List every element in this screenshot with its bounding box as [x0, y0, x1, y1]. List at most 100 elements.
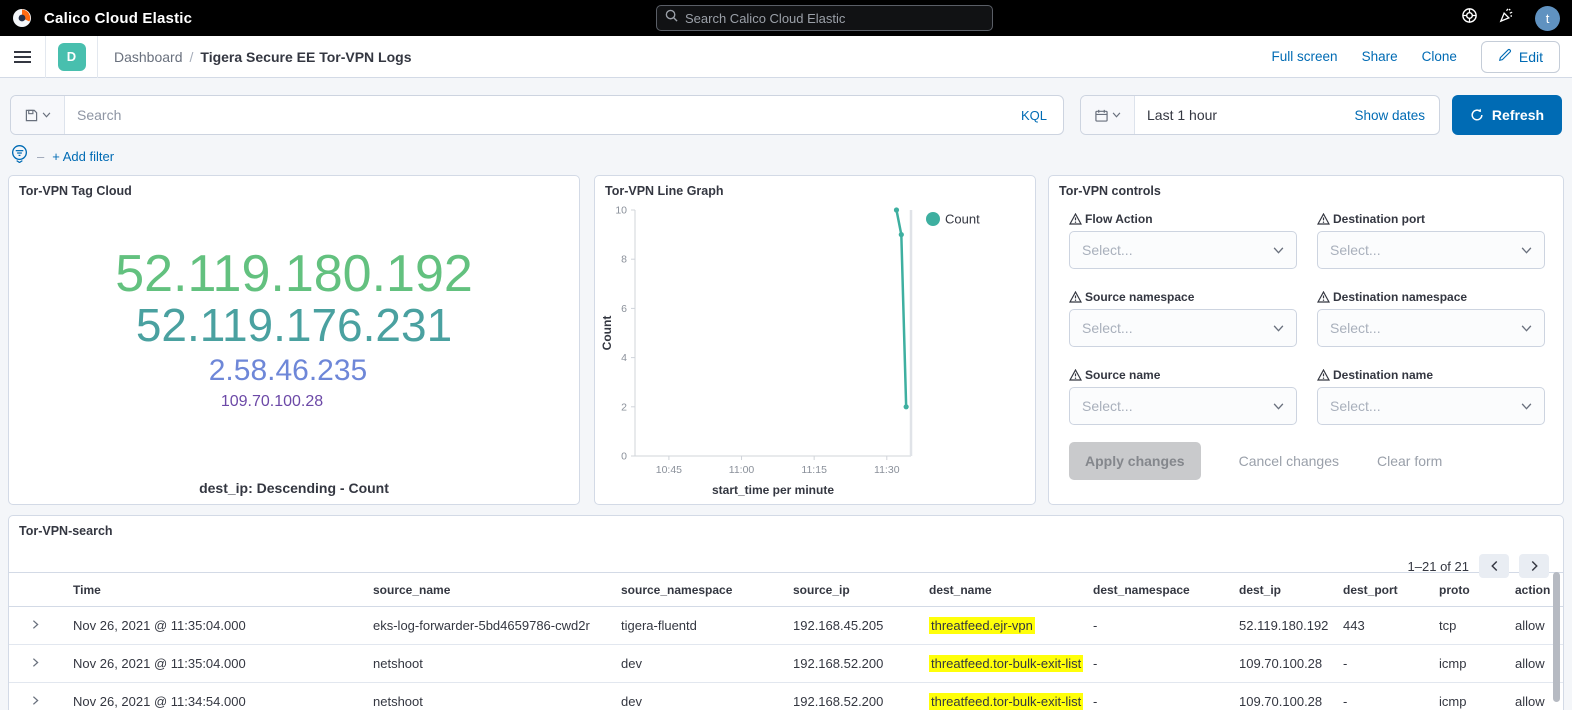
warning-icon: [1069, 213, 1082, 225]
chevron-down-icon: [1273, 325, 1284, 332]
search-table-title: Tor-VPN-search: [9, 516, 1563, 538]
cell-source-namespace: dev: [613, 683, 785, 710]
field-label: Source namespace: [1085, 290, 1194, 304]
line-graph-panel: Tor-VPN Line Graph 024681010:4511:0011:1…: [594, 175, 1036, 505]
source-name-select[interactable]: Select...: [1069, 387, 1297, 425]
tag-cloud-caption: dest_ip: Descending - Count: [9, 480, 579, 496]
pencil-icon: [1498, 48, 1512, 65]
add-filter-link[interactable]: + Add filter: [52, 149, 114, 164]
chevron-down-icon: [1521, 247, 1532, 254]
warning-icon: [1317, 213, 1330, 225]
full-screen-link[interactable]: Full screen: [1272, 49, 1338, 64]
field-label: Destination namespace: [1333, 290, 1467, 304]
warning-icon: [1069, 369, 1082, 381]
svg-text:10:45: 10:45: [656, 464, 682, 476]
query-search-input[interactable]: [65, 96, 1005, 134]
breadcrumb-bar: D Dashboard / Tigera Secure EE Tor-VPN L…: [0, 36, 1572, 78]
calico-logo-icon: [12, 8, 32, 28]
refresh-button[interactable]: Refresh: [1452, 95, 1562, 135]
saved-query-button[interactable]: [11, 96, 65, 134]
help-icon[interactable]: [1461, 7, 1478, 29]
svg-text:Count: Count: [600, 316, 614, 351]
flow-action-select[interactable]: Select...: [1069, 231, 1297, 269]
cell-source-name: netshoot: [365, 645, 613, 683]
calendar-button[interactable]: [1081, 96, 1135, 134]
global-search-input[interactable]: [685, 11, 984, 26]
cell-source-ip: 192.168.45.205: [785, 607, 921, 645]
filter-set-icon[interactable]: [10, 144, 29, 168]
cancel-changes-button[interactable]: Cancel changes: [1239, 453, 1339, 469]
tag-ip-3[interactable]: 2.58.46.235: [209, 356, 367, 386]
user-avatar[interactable]: t: [1535, 6, 1560, 31]
cell-time: Nov 26, 2021 @ 11:34:54.000: [65, 683, 365, 710]
chevron-down-icon: [1112, 112, 1121, 118]
edit-button-label: Edit: [1519, 49, 1543, 65]
line-chart[interactable]: 024681010:4511:0011:1511:30Countstart_ti…: [599, 200, 1029, 500]
source-namespace-select[interactable]: Select...: [1069, 309, 1297, 347]
destination-port-select[interactable]: Select...: [1317, 231, 1545, 269]
highlighted-dest-name: threatfeed.tor-bulk-exit-list: [929, 655, 1083, 672]
date-picker: Last 1 hour Show dates: [1080, 95, 1440, 135]
col-dest-name: dest_name: [921, 573, 1085, 607]
destination-namespace-select[interactable]: Select...: [1317, 309, 1545, 347]
field-flow-action: Flow Action Select...: [1069, 212, 1297, 269]
cell-source-namespace: dev: [613, 645, 785, 683]
tag-ip-1[interactable]: 52.119.180.192: [115, 248, 473, 300]
svg-text:11:00: 11:00: [729, 464, 755, 476]
row-expander-icon[interactable]: [9, 645, 65, 683]
clone-link[interactable]: Clone: [1422, 49, 1457, 64]
next-page-button[interactable]: [1519, 554, 1549, 578]
apply-changes-button[interactable]: Apply changes: [1069, 442, 1201, 480]
svg-text:6: 6: [621, 303, 627, 315]
tag-cloud-panel-title: Tor-VPN Tag Cloud: [9, 176, 579, 198]
menu-hamburger-icon[interactable]: [0, 36, 46, 78]
cell-time: Nov 26, 2021 @ 11:35:04.000: [65, 645, 365, 683]
field-destination-namespace: Destination namespace Select...: [1317, 290, 1545, 347]
dashboard-badge[interactable]: D: [58, 43, 86, 71]
app-title: Calico Cloud Elastic: [44, 10, 192, 27]
tag-ip-2[interactable]: 52.119.176.231: [136, 302, 452, 348]
row-expander-icon[interactable]: [9, 683, 65, 710]
clear-form-button[interactable]: Clear form: [1377, 453, 1442, 469]
query-bar: KQL Last 1 hour Show dates Refresh: [10, 95, 1562, 135]
chevron-down-icon: [1521, 325, 1532, 332]
kql-language-button[interactable]: KQL: [1005, 96, 1063, 134]
field-destination-name: Destination name Select...: [1317, 368, 1545, 425]
share-link[interactable]: Share: [1362, 49, 1398, 64]
party-popper-icon[interactable]: [1498, 7, 1515, 29]
chevron-right-icon: [1530, 560, 1539, 572]
tag-cloud: 52.119.180.192 52.119.176.231 2.58.46.23…: [9, 248, 579, 410]
field-label: Flow Action: [1085, 212, 1153, 226]
field-label: Destination port: [1333, 212, 1425, 226]
cell-source-name: eks-log-forwarder-5bd4659786-cwd2r: [365, 607, 613, 645]
col-source-ip: source_ip: [785, 573, 921, 607]
cell-proto: tcp: [1431, 607, 1507, 645]
cell-dest-ip: 109.70.100.28: [1231, 645, 1335, 683]
time-range-value[interactable]: Last 1 hour: [1135, 107, 1217, 123]
table-scrollbar[interactable]: [1553, 572, 1560, 702]
cell-source-name: netshoot: [365, 683, 613, 710]
cell-dest-name: threatfeed.tor-bulk-exit-list: [921, 645, 1085, 683]
svg-text:0: 0: [621, 451, 627, 463]
show-dates-button[interactable]: Show dates: [1354, 108, 1439, 123]
svg-text:10: 10: [615, 205, 627, 217]
breadcrumb-dashboard[interactable]: Dashboard: [114, 49, 183, 65]
cell-dest-name: threatfeed.ejr-vpn: [921, 607, 1085, 645]
col-dest-ip: dest_ip: [1231, 573, 1335, 607]
cell-dest-port: 443: [1335, 607, 1431, 645]
prev-page-button[interactable]: [1479, 554, 1509, 578]
refresh-icon: [1470, 108, 1484, 122]
cell-dest-port: -: [1335, 645, 1431, 683]
cell-dest-ip: 109.70.100.28: [1231, 683, 1335, 710]
kql-search-box: KQL: [10, 95, 1064, 135]
destination-name-select[interactable]: Select...: [1317, 387, 1545, 425]
row-expander-icon[interactable]: [9, 607, 65, 645]
chevron-left-icon: [1490, 560, 1499, 572]
cell-source-ip: 192.168.52.200: [785, 683, 921, 710]
global-search-box[interactable]: [656, 5, 993, 31]
edit-button[interactable]: Edit: [1481, 41, 1560, 73]
col-source-namespace: source_namespace: [613, 573, 785, 607]
tag-ip-4[interactable]: 109.70.100.28: [221, 394, 323, 410]
cell-proto: icmp: [1431, 683, 1507, 710]
table-header-row: Time source_name source_namespace source…: [9, 573, 1564, 607]
